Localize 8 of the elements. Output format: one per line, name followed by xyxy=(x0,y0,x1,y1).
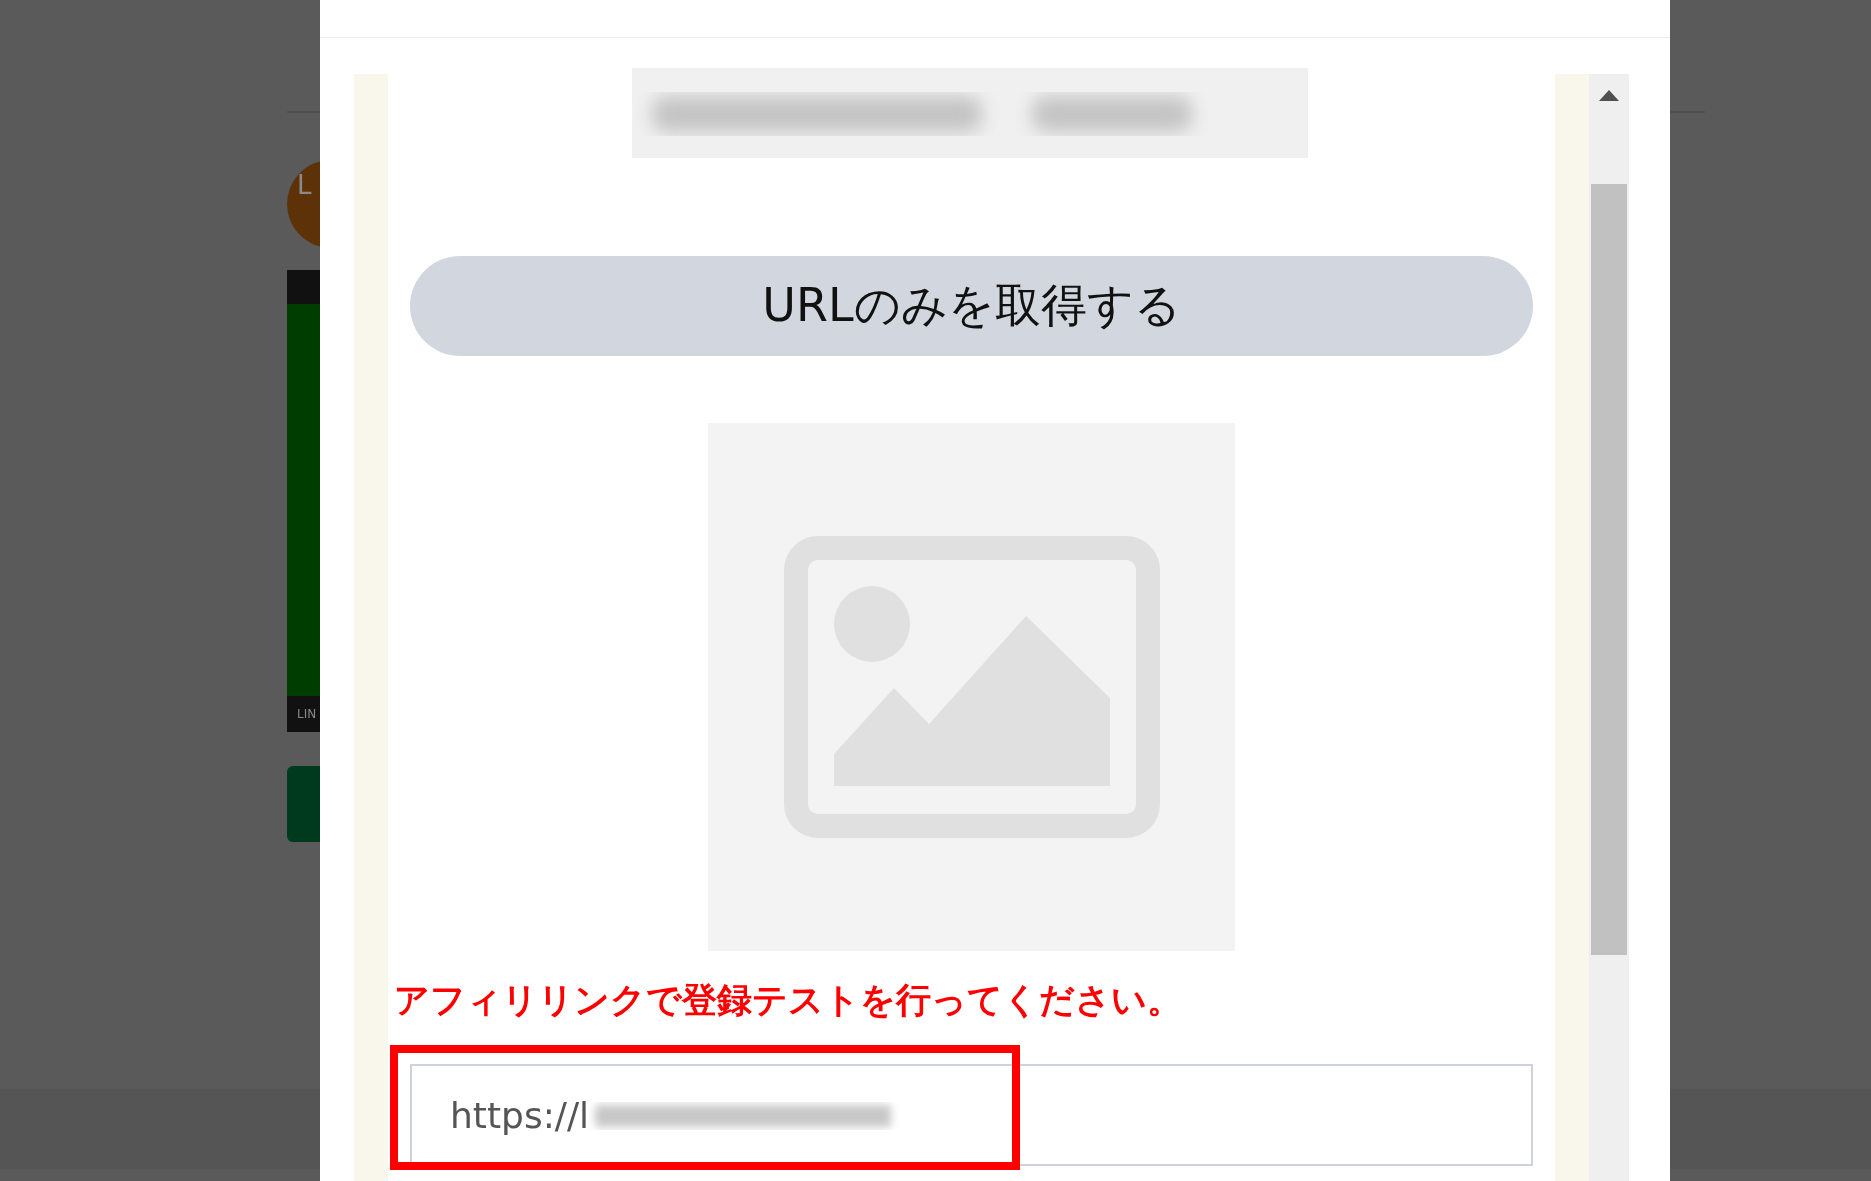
scroll-up-icon[interactable] xyxy=(1599,90,1619,101)
notice-text: アフィリリンクで登録テストを行ってください。 xyxy=(394,979,1182,1022)
scrollbar[interactable] xyxy=(1589,74,1629,1181)
banner-caption: LIN xyxy=(297,707,317,721)
url-field[interactable]: https://l xyxy=(410,1064,1533,1166)
scrollbar-thumb[interactable] xyxy=(1591,184,1627,955)
url-text: https://l xyxy=(450,1094,590,1136)
get-url-button[interactable]: URLのみを取得する xyxy=(410,256,1533,356)
